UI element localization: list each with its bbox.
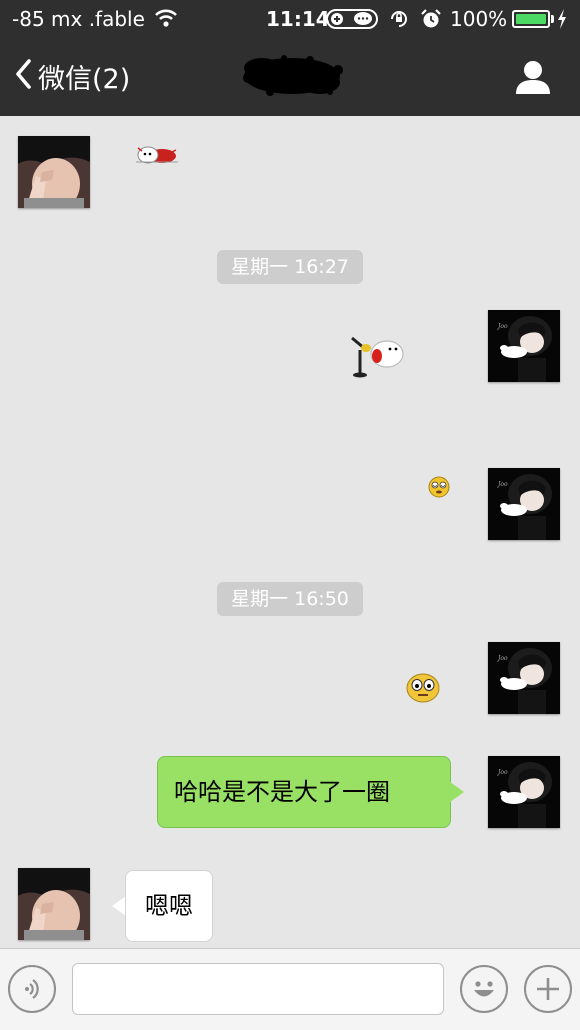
dizzy-face-sticker[interactable] (428, 476, 450, 502)
avatar[interactable]: Joo (488, 756, 560, 828)
link-chat-icons (326, 8, 378, 35)
chat-title-redacted (240, 54, 344, 98)
battery-icon (512, 10, 550, 28)
nav-bar: 微信(2) (0, 38, 580, 116)
bubble-tail (450, 782, 464, 802)
outgoing-message-bubble[interactable]: 哈哈是不是大了一圈 (157, 756, 451, 828)
person-icon[interactable] (512, 56, 554, 98)
avatar[interactable]: Joo (488, 468, 560, 540)
alarm-icon (420, 8, 442, 35)
chevron-left-icon (14, 58, 32, 94)
svg-text:Joo: Joo (496, 481, 508, 488)
input-bar (0, 948, 580, 1030)
microphone-sticker[interactable] (350, 334, 406, 382)
chat-area[interactable]: 星期一 16:27 Joo Joo 星期一 16:50 Joo 哈哈是不是大了一… (0, 116, 580, 948)
voice-button[interactable] (8, 965, 56, 1013)
emoji-button[interactable] (460, 965, 508, 1013)
svg-text:Joo: Joo (496, 323, 508, 330)
red-mascot-sticker[interactable] (132, 142, 180, 170)
more-button[interactable] (524, 965, 572, 1013)
voice-icon (18, 975, 46, 1007)
message-input[interactable] (72, 963, 444, 1015)
timestamp: 星期一 16:27 (217, 250, 363, 284)
battery-fill (516, 14, 546, 24)
bubble-tail (112, 896, 126, 916)
avatar[interactable] (18, 868, 90, 940)
back-label: 微信(2) (38, 63, 131, 95)
wifi-icon (154, 8, 178, 33)
incoming-message-bubble[interactable]: 嗯嗯 (125, 870, 213, 942)
smiley-icon (466, 971, 502, 1011)
svg-text:Joo: Joo (496, 769, 508, 776)
avatar[interactable]: Joo (488, 642, 560, 714)
battery-tip (551, 15, 554, 23)
timestamp: 星期一 16:50 (217, 582, 363, 616)
battery-percent: 100% (450, 7, 508, 31)
back-button[interactable]: 微信(2) (14, 58, 131, 95)
status-bar: -85 mx .fable 11:14 100% (0, 0, 580, 38)
wide-eyed-face-sticker[interactable] (406, 672, 440, 708)
avatar[interactable]: Joo (488, 310, 560, 382)
clock: 11:14 (266, 7, 330, 31)
avatar[interactable] (18, 136, 90, 208)
carrier-label: -85 mx .fable (12, 7, 145, 31)
charging-icon (556, 8, 568, 35)
rotation-lock-icon (388, 8, 410, 35)
svg-text:Joo: Joo (496, 655, 508, 662)
plus-icon (533, 974, 563, 1008)
